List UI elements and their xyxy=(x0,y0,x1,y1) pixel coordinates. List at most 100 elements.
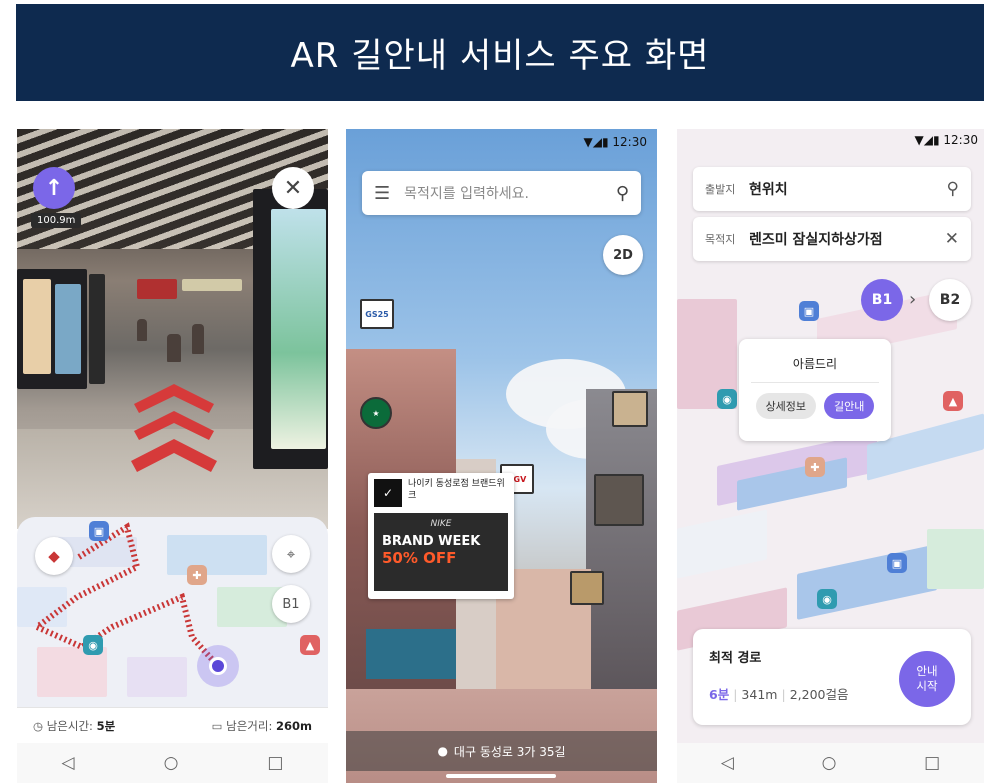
starbucks-store-tag[interactable]: ★ xyxy=(360,397,392,429)
shop-pin-icon[interactable]: ▣ xyxy=(89,521,109,541)
pharmacy-pin-icon[interactable]: ◉ xyxy=(817,589,837,609)
signal-icons: ▼◢▮ xyxy=(914,133,940,147)
remaining-time: ◷ 남은시간: 5분 xyxy=(33,718,115,734)
shop-sign xyxy=(182,279,242,291)
remaining-distance-value: 260m xyxy=(276,718,312,733)
page-title-banner: AR 길안내 서비스 주요 화면 xyxy=(16,4,984,101)
promo-banner[interactable]: NIKE BRAND WEEK 50% OFF xyxy=(374,513,508,591)
ad-headline: BRAND WEEK xyxy=(382,534,481,549)
clear-icon[interactable]: ✕ xyxy=(945,229,959,249)
home-icon[interactable]: ○ xyxy=(822,753,837,773)
floor-label: B1 xyxy=(282,596,300,612)
cafe-store-tag[interactable] xyxy=(570,571,604,605)
building-right xyxy=(586,389,657,709)
start-guidance-label: 안내 시작 xyxy=(916,664,938,693)
restaurant-pin-icon[interactable]: ✚ xyxy=(187,565,207,585)
shop-store-tag[interactable] xyxy=(594,474,644,526)
popup-actions: 상세정보 길안내 xyxy=(739,393,891,419)
location-pin-icon: ● xyxy=(437,744,448,758)
phone-street-ar-screen: ▼◢▮ 12:30 ☰ 목적지를 입력하세요. ⚲ 2D GS25 ★ CGV … xyxy=(346,129,657,783)
nike-store-info-card[interactable]: ✓ 나이키 동성로점 브랜드위크 NIKE BRAND WEEK 50% OFF xyxy=(368,473,514,599)
menu-icon[interactable]: ☰ xyxy=(374,183,390,204)
floor-from-label: B1 xyxy=(871,292,893,308)
search-icon[interactable]: ⚲ xyxy=(947,179,959,199)
street-camera-view xyxy=(346,129,657,783)
back-icon[interactable]: ◁ xyxy=(721,753,734,773)
view-toggle-label: 2D xyxy=(613,247,633,263)
remaining-time-value: 5분 xyxy=(96,718,116,733)
current-location-marker xyxy=(197,645,239,687)
current-location-dot xyxy=(209,657,227,675)
floor-b2-button[interactable]: B2 xyxy=(929,279,971,321)
mini-map[interactable]: ◆ ⌖ B1 ▣ ✚ ◉ ▲ xyxy=(17,517,328,707)
locate-button[interactable]: ⌖ xyxy=(272,535,310,573)
home-icon[interactable]: ○ xyxy=(164,753,179,773)
person xyxy=(167,334,181,362)
restaurant-store-tag[interactable] xyxy=(612,391,648,427)
close-icon: ✕ xyxy=(283,175,303,201)
close-button[interactable]: ✕ xyxy=(272,167,314,209)
android-nav-bar: ◁ ○ □ xyxy=(677,743,984,783)
destination-search-bar[interactable]: ☰ 목적지를 입력하세요. ⚲ xyxy=(362,171,641,215)
clothing-pin-icon[interactable]: ▲ xyxy=(943,391,963,411)
floor-to-label: B2 xyxy=(939,292,961,308)
clock-icon: ◷ xyxy=(33,718,47,733)
clothing-pin-icon[interactable]: ▲ xyxy=(300,635,320,655)
restaurant-pin-icon[interactable]: ✚ xyxy=(805,457,825,477)
status-bar: ▼◢▮ 12:30 xyxy=(584,135,647,149)
pillar xyxy=(89,274,105,384)
place-popup: 아름드리 상세정보 길안내 xyxy=(739,339,891,441)
crosshair-icon: ⌖ xyxy=(286,545,296,563)
route-duration: 6분 xyxy=(709,687,730,702)
destination-value[interactable]: 렌즈미 잠실지하상가점 xyxy=(749,229,945,249)
origin-value[interactable]: 현위치 xyxy=(749,179,947,199)
ad-poster xyxy=(23,279,51,374)
gs25-store-tag[interactable]: GS25 xyxy=(360,299,394,329)
route-distance: 341m xyxy=(741,687,778,702)
guide-button[interactable]: 길안내 xyxy=(824,393,875,419)
address-text: 대구 동성로 3가 35길 xyxy=(453,744,566,759)
floor-b1-button[interactable]: B1 xyxy=(861,279,903,321)
card-header: ✓ 나이키 동성로점 브랜드위크 xyxy=(374,479,508,507)
android-nav-bar: ◁ ○ □ xyxy=(17,743,328,783)
shop-pin-icon[interactable]: ▣ xyxy=(799,301,819,321)
signage-screen xyxy=(271,209,326,449)
destination-field[interactable]: 목적지 렌즈미 잠실지하상가점 ✕ xyxy=(693,217,971,261)
distance-chip: 100.9m xyxy=(31,213,82,228)
search-icon[interactable]: ⚲ xyxy=(616,183,629,204)
compass-icon: ◆ xyxy=(48,547,60,565)
clock-time: 12:30 xyxy=(612,135,647,149)
origin-field[interactable]: 출발지 현위치 ⚲ xyxy=(693,167,971,211)
shop-pin-icon[interactable]: ▣ xyxy=(887,553,907,573)
detail-info-button[interactable]: 상세정보 xyxy=(755,393,817,419)
start-guidance-button[interactable]: 안내 시작 xyxy=(899,651,955,707)
remaining-distance-label: 남은거리: xyxy=(226,718,276,733)
ruler-icon: ▭ xyxy=(211,718,227,733)
current-address-bar: ● 대구 동성로 3가 35길 xyxy=(346,731,657,771)
ad-discount: 50% OFF xyxy=(382,549,457,567)
home-indicator[interactable] xyxy=(446,774,556,778)
signal-icons: ▼◢▮ xyxy=(583,135,609,149)
view-2d-toggle-button[interactable]: 2D xyxy=(603,235,643,275)
recent-apps-icon[interactable]: □ xyxy=(924,753,940,773)
chevron-right-icon: › xyxy=(909,289,917,310)
phone-ar-camera-screen: ↑ 100.9m ✕ ◆ ⌖ B1 ▣ ✚ ◉ ▲ ◷ 남은시간: 5분 ▭ 남… xyxy=(17,129,328,783)
recent-apps-icon[interactable]: □ xyxy=(267,753,283,773)
direction-arrow-button[interactable]: ↑ xyxy=(33,167,75,209)
phone-indoor-map-screen: ▣ ◉ ▲ ✚ ▣ ◉ ▼◢▮ 12:30 출발지 현위치 ⚲ 목적지 렌즈미 … xyxy=(677,129,984,783)
clock-time: 12:30 xyxy=(943,133,978,147)
floor-button[interactable]: B1 xyxy=(272,585,310,623)
map-block xyxy=(927,529,984,589)
person xyxy=(137,319,147,341)
route-steps: 2,200걸음 xyxy=(789,687,849,702)
back-icon[interactable]: ◁ xyxy=(62,753,75,773)
search-placeholder[interactable]: 목적지를 입력하세요. xyxy=(404,183,616,203)
ad-brand: NIKE xyxy=(430,519,452,529)
gs25-label: GS25 xyxy=(365,309,389,319)
compass-button[interactable]: ◆ xyxy=(35,537,73,575)
pharmacy-pin-icon[interactable]: ◉ xyxy=(83,635,103,655)
pharmacy-pin-icon[interactable]: ◉ xyxy=(717,389,737,409)
remaining-time-label: 남은시간: xyxy=(46,718,97,733)
origin-label: 출발지 xyxy=(705,183,736,196)
nike-logo-icon: ✓ xyxy=(374,479,402,507)
